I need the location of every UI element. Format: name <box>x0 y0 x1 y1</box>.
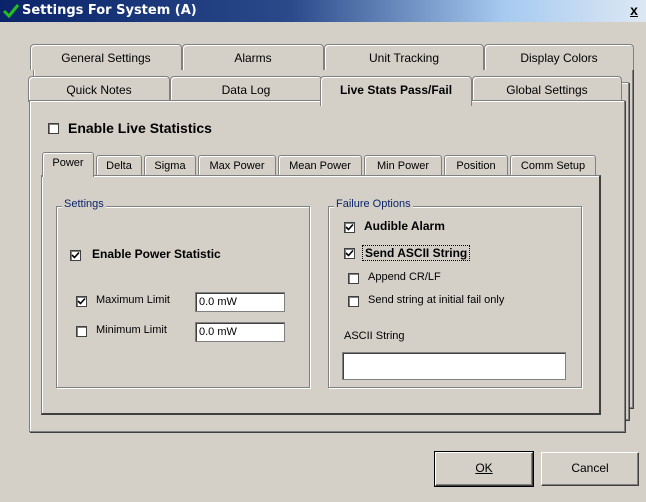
enable-live-statistics-label: Enable Live Statistics <box>68 120 212 136</box>
ascii-string-input[interactable] <box>342 352 566 380</box>
minimum-limit-input[interactable]: 0.0 mW <box>195 322 285 342</box>
window-title: Settings For System (A) <box>22 3 197 18</box>
send-ascii-string-label: Send ASCII String <box>362 245 471 261</box>
close-icon: x <box>630 2 638 18</box>
inner-tab-power[interactable]: Power <box>42 152 94 177</box>
tab-alarms[interactable]: Alarms <box>182 44 324 70</box>
enable-live-statistics-checkbox[interactable] <box>48 123 59 134</box>
tab-display-colors[interactable]: Display Colors <box>484 44 634 70</box>
checkmark-icon <box>2 4 20 19</box>
audible-alarm-checkbox[interactable] <box>344 222 355 233</box>
check-mark-icon <box>71 251 80 259</box>
maximum-limit-checkbox[interactable] <box>76 296 87 307</box>
check-mark-icon <box>345 249 354 257</box>
inner-tab-comm-setup[interactable]: Comm Setup <box>510 155 596 176</box>
ascii-string-label: ASCII String <box>344 330 405 342</box>
inner-tab-max-power[interactable]: Max Power <box>198 155 276 176</box>
settings-window: Settings For System (A) x General Settin… <box>0 0 646 502</box>
enable-power-statistic-checkbox[interactable] <box>70 250 81 261</box>
tab-live-stats-pass-fail[interactable]: Live Stats Pass/Fail <box>320 76 472 106</box>
inner-tab-sigma[interactable]: Sigma <box>144 155 196 176</box>
enable-power-statistic-label: Enable Power Statistic <box>92 247 221 261</box>
minimum-limit-checkbox[interactable] <box>76 326 87 337</box>
inner-tab-mean-power[interactable]: Mean Power <box>278 155 362 176</box>
check-mark-icon <box>345 223 354 231</box>
cancel-button[interactable]: Cancel <box>541 452 639 486</box>
settings-group-title: Settings <box>62 198 106 210</box>
tab-quick-notes[interactable]: Quick Notes <box>28 76 170 102</box>
tab-data-log[interactable]: Data Log <box>170 76 322 102</box>
ok-button-label: OK <box>475 461 493 475</box>
inner-tab-delta[interactable]: Delta <box>96 155 142 176</box>
audible-alarm-label: Audible Alarm <box>364 219 445 233</box>
maximum-limit-input[interactable]: 0.0 mW <box>195 292 285 312</box>
send-initial-fail-only-label: Send string at initial fail only <box>368 294 505 306</box>
check-mark-icon <box>77 297 86 305</box>
minimum-limit-label: Minimum Limit <box>96 324 167 336</box>
maximum-limit-label: Maximum Limit <box>96 294 170 306</box>
inner-tab-min-power[interactable]: Min Power <box>364 155 442 176</box>
send-ascii-string-checkbox[interactable] <box>344 248 355 259</box>
title-bar[interactable]: Settings For System (A) x <box>0 0 646 22</box>
append-crlf-label: Append CR/LF <box>368 271 441 283</box>
tab-general-settings[interactable]: General Settings <box>30 44 182 70</box>
failure-options-group-title: Failure Options <box>334 198 413 210</box>
ok-button[interactable]: OK <box>434 451 534 487</box>
tab-unit-tracking[interactable]: Unit Tracking <box>324 44 484 70</box>
close-button[interactable]: x <box>626 2 642 18</box>
cancel-button-label: Cancel <box>571 461 609 475</box>
send-initial-fail-only-checkbox[interactable] <box>348 296 359 307</box>
tab-global-settings[interactable]: Global Settings <box>472 76 622 102</box>
append-crlf-checkbox[interactable] <box>348 273 359 284</box>
inner-tab-position[interactable]: Position <box>444 155 508 176</box>
